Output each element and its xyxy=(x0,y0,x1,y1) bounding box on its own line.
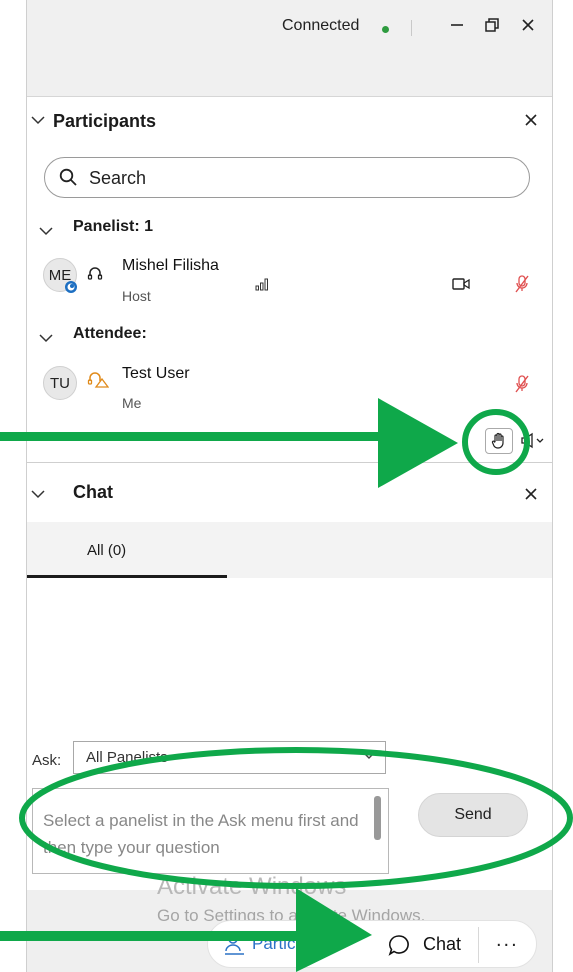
annotation-overlay xyxy=(0,398,573,972)
annotation-arrow-head xyxy=(296,888,372,972)
annotation-arrow-shaft xyxy=(0,432,390,441)
annotation-circle xyxy=(462,409,530,475)
annotation-ellipse xyxy=(19,747,573,889)
annotation-arrow-shaft xyxy=(0,931,320,941)
annotation-arrow-head xyxy=(378,398,458,488)
